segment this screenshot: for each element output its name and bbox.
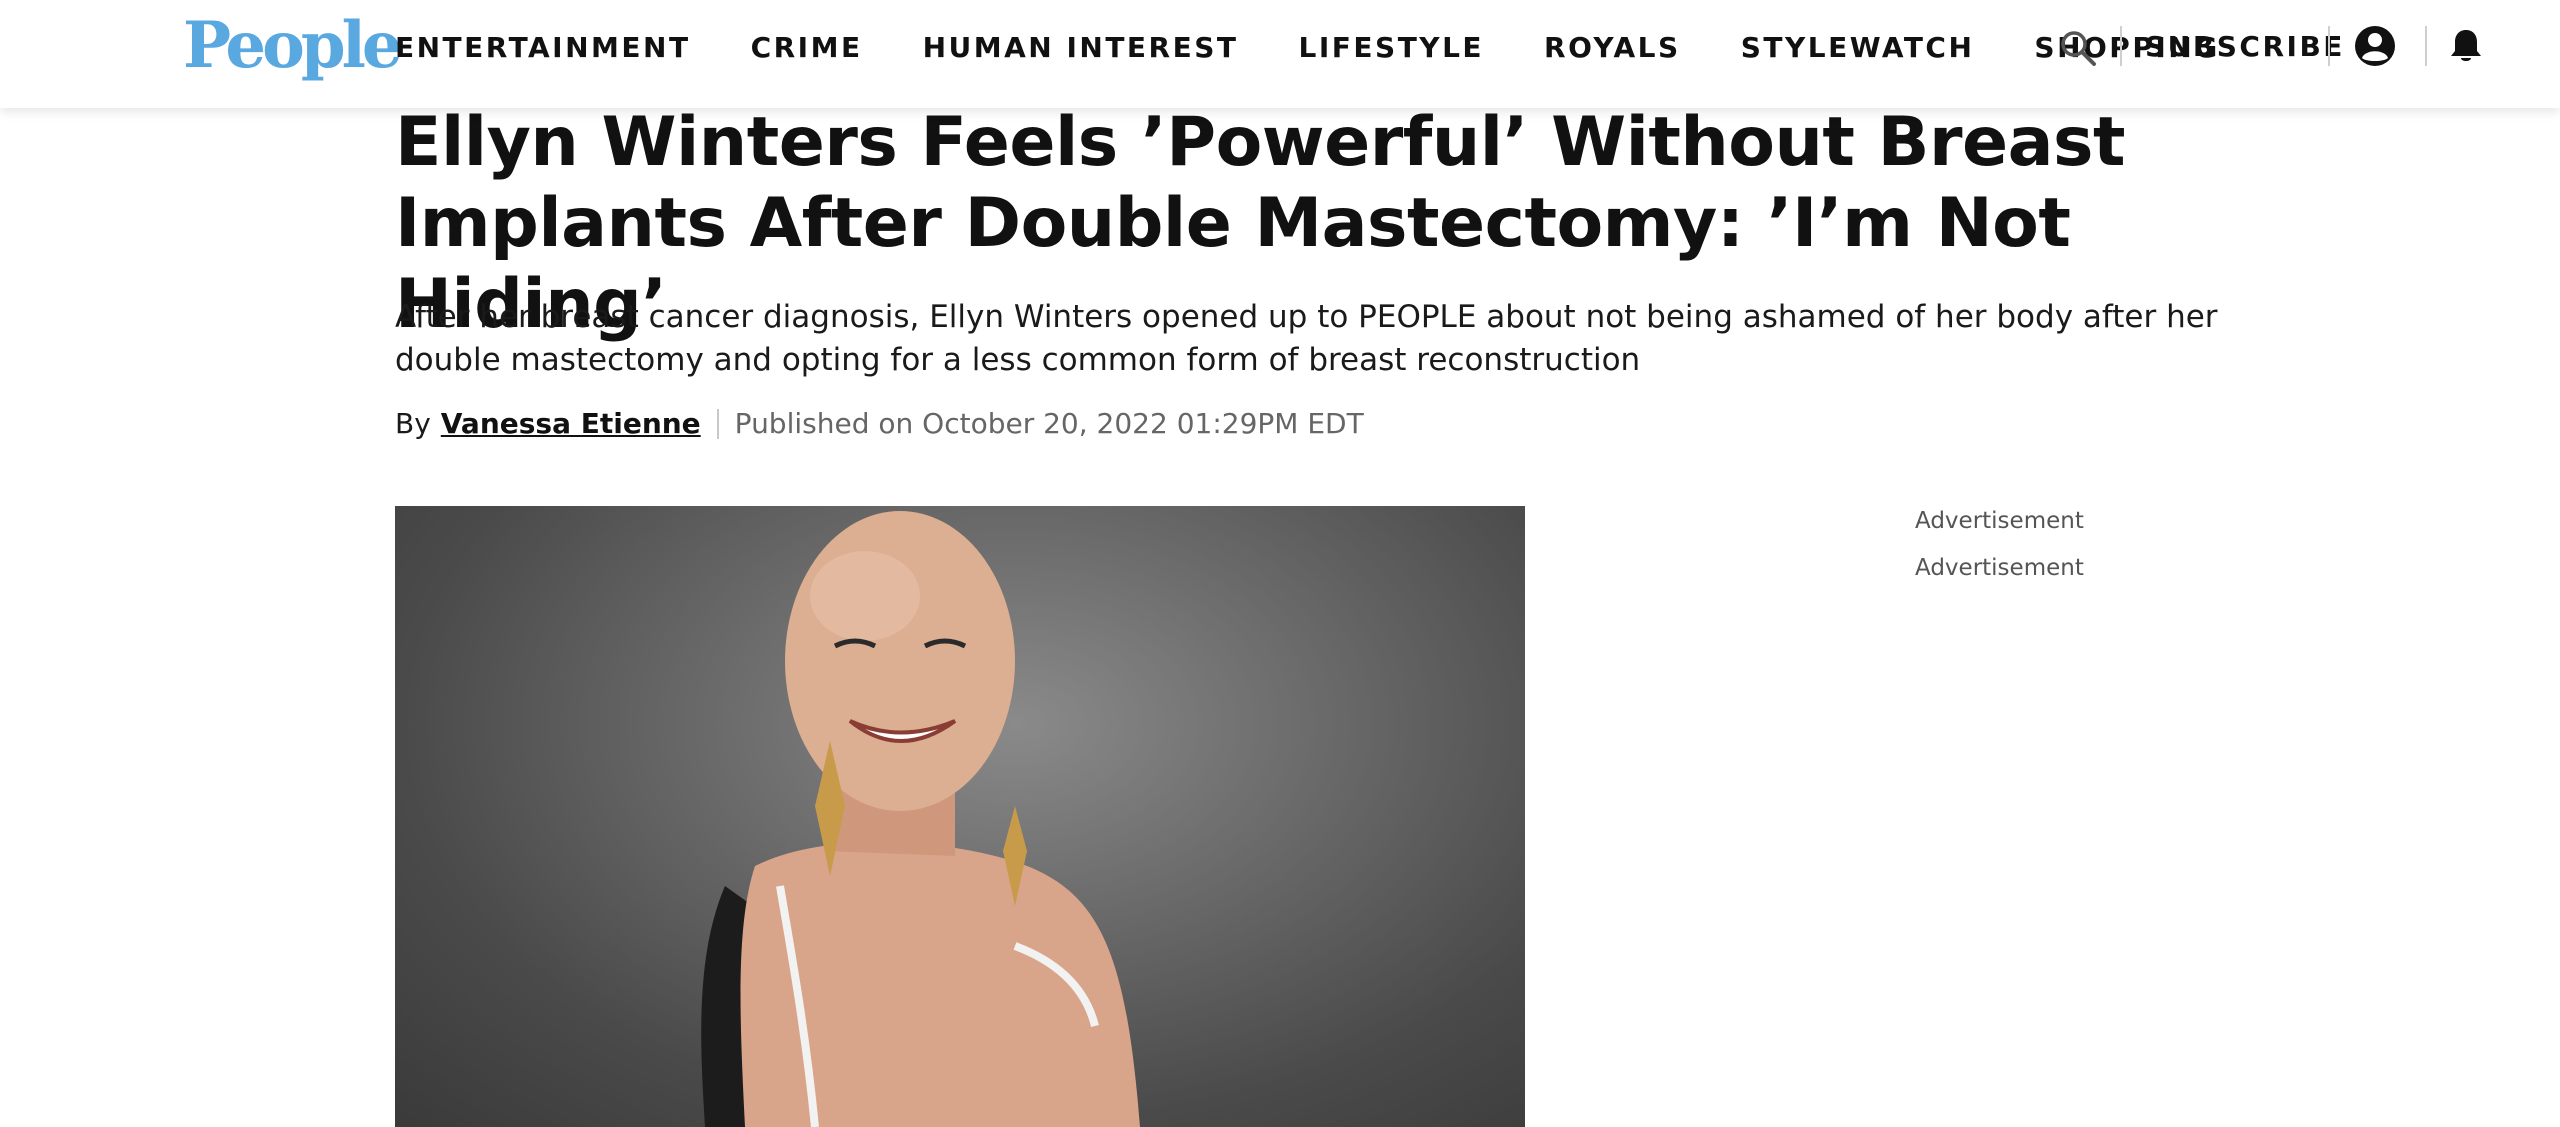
- publish-date: Published on October 20, 2022 01:29PM ED…: [734, 407, 1364, 440]
- ad-label: Advertisement: [1915, 555, 2084, 581]
- article-dek: After her breast cancer diagnosis, Ellyn…: [395, 299, 2218, 378]
- subscribe-button[interactable]: SUBSCRIBE: [2145, 27, 2345, 67]
- account-icon[interactable]: [2353, 24, 2397, 68]
- ad-label: Advertisement: [1915, 508, 2084, 534]
- nav-lifestyle[interactable]: LIFESTYLE: [1299, 28, 1485, 68]
- bell-icon[interactable]: [2446, 26, 2486, 66]
- header-divider: [2328, 26, 2330, 66]
- search-icon[interactable]: [2058, 28, 2098, 68]
- byline-divider: [716, 409, 719, 439]
- hero-photo-illustration: [701, 511, 1140, 1127]
- nav-stylewatch[interactable]: STYLEWATCH: [1741, 28, 1975, 68]
- site-header: People ENTERTAINMENT CRIME HUMAN INTERES…: [0, 0, 2560, 108]
- nav-entertainment[interactable]: ENTERTAINMENT: [395, 28, 691, 68]
- header-divider: [2425, 26, 2427, 66]
- header-divider: [2120, 26, 2122, 66]
- people-logo[interactable]: People: [183, 6, 403, 86]
- by-label: By: [395, 407, 431, 440]
- nav-human-interest[interactable]: HUMAN INTEREST: [923, 28, 1239, 68]
- nav-royals[interactable]: ROYALS: [1544, 28, 1681, 68]
- nav-crime[interactable]: CRIME: [751, 28, 863, 68]
- author-link[interactable]: Vanessa Etienne: [441, 404, 701, 444]
- hero-image: [395, 506, 1525, 1127]
- byline: By Vanessa Etienne Published on October …: [395, 404, 1364, 444]
- main-nav: ENTERTAINMENT CRIME HUMAN INTEREST LIFES…: [395, 28, 2280, 68]
